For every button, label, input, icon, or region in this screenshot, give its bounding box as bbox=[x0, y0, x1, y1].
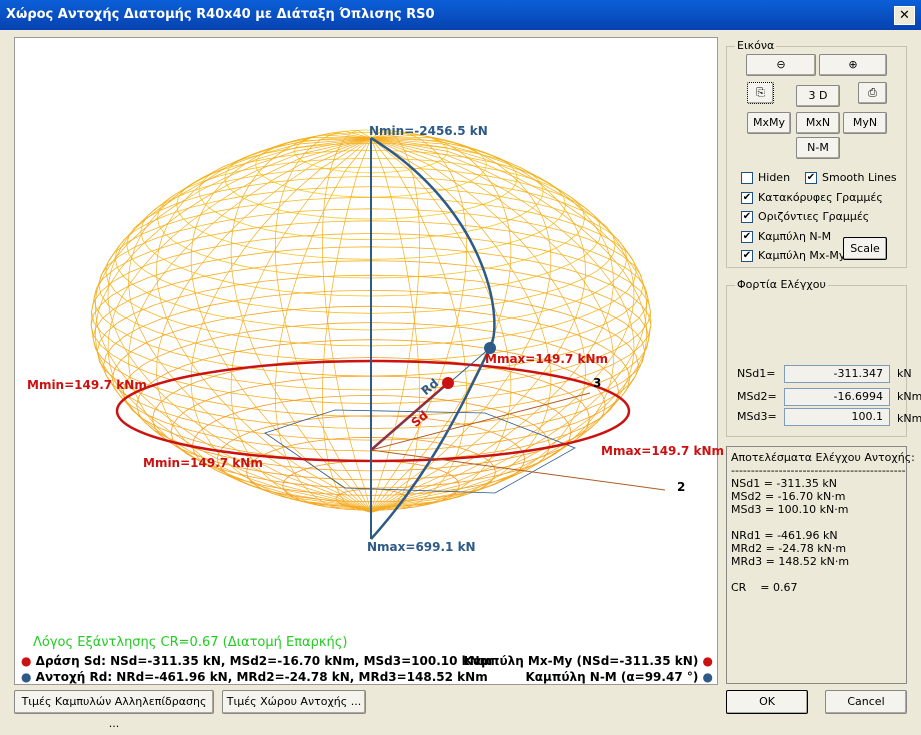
loads-group-title: Φορτία Ελέγχου bbox=[735, 278, 828, 291]
window-title: Χώρος Αντοχής Διατομής R40x40 με Διάταξη… bbox=[6, 7, 435, 22]
checkbox-box[interactable]: ✔ bbox=[741, 249, 753, 262]
mxmy-curve-checkbox[interactable]: ✔ Καμπύλη Mx-My bbox=[741, 249, 845, 262]
red-dot-icon: ● bbox=[702, 654, 713, 668]
cr-text: Λόγος Εξάντλησης CR=0.67 (Διατομή Επαρκή… bbox=[33, 635, 348, 650]
space-values-button[interactable]: Τιμές Χώρου Αντοχής ... bbox=[222, 690, 366, 714]
msd3-field[interactable]: 100.1 bbox=[784, 408, 890, 426]
nm-button[interactable]: N-M bbox=[796, 137, 840, 159]
checkbox-box[interactable]: ✔ bbox=[805, 171, 817, 184]
rd-line: ● Αντοχή Rd: NRd=-461.96 kN, MRd2=-24.78… bbox=[21, 670, 488, 684]
mmax-top-label: Mmax=149.7 kNm bbox=[485, 352, 608, 366]
3d-button[interactable]: 3 D bbox=[796, 85, 840, 107]
checkbox-label: Κατακόρυφες Γραμμές bbox=[758, 191, 883, 204]
zoom-in-icon: ⊕ bbox=[848, 58, 858, 71]
mxmy-button[interactable]: MxMy bbox=[747, 112, 791, 134]
nmax-label: Nmax=699.1 kN bbox=[367, 540, 476, 554]
rd-text: Αντοχή Rd: NRd=-461.96 kN, MRd2=-24.78 k… bbox=[35, 670, 488, 684]
vertical-lines-checkbox[interactable]: ✔ Κατακόρυφες Γραμμές bbox=[741, 191, 883, 204]
sd-line: ● Δράση Sd: NSd=-311.35 kN, MSd2=-16.70 … bbox=[21, 654, 492, 668]
nsd1-field[interactable]: -311.347 bbox=[784, 365, 890, 383]
title-bar: Χώρος Αντοχής Διατομής R40x40 με Διάταξη… bbox=[0, 0, 921, 30]
blue-dot-icon: ● bbox=[21, 670, 32, 684]
close-button[interactable]: ✕ bbox=[894, 6, 915, 25]
cancel-button[interactable]: Cancel bbox=[825, 690, 907, 714]
checkbox-label: Οριζόντιες Γραμμές bbox=[758, 210, 870, 223]
nm-legend-text: Καμπύλη N-M (α=99.47 °) bbox=[525, 670, 699, 684]
checkbox-label: Καμπύλη N-M bbox=[758, 230, 832, 243]
zoom-out-button[interactable]: ⊖ bbox=[746, 54, 816, 76]
curve-values-button[interactable]: Τιμές Καμπυλών Αλληλεπίδρασης ... bbox=[14, 690, 214, 730]
msd2-unit: kNm bbox=[897, 390, 921, 403]
myn-button[interactable]: MyN bbox=[843, 112, 887, 134]
checkbox-label: Hiden bbox=[758, 171, 791, 184]
print-button[interactable]: ⎙ bbox=[858, 82, 887, 104]
mmax-right-label: Mmax=149.7 kNm bbox=[601, 444, 724, 458]
copy-icon: ⎘ bbox=[756, 86, 765, 99]
print-icon: ⎙ bbox=[868, 86, 877, 99]
checkbox-box[interactable]: ✔ bbox=[741, 191, 753, 204]
ok-button[interactable]: OK bbox=[726, 690, 808, 714]
msd2-label: MSd2= bbox=[737, 390, 777, 403]
loads-group: Φορτία Ελέγχου NSd1= -311.347 kN MSd2= -… bbox=[726, 278, 921, 437]
mxmy-legend: Καμπύλη Mx-My (NSd=-311.35 kN) ● bbox=[464, 654, 713, 668]
checkbox-box[interactable]: ✔ bbox=[741, 210, 753, 223]
red-dot-icon: ● bbox=[21, 654, 32, 668]
sd-text: Δράση Sd: NSd=-311.35 kN, MSd2=-16.70 kN… bbox=[35, 654, 493, 668]
mxn-button[interactable]: MxN bbox=[796, 112, 840, 134]
mmin-bottom-label: Mmin=149.7 kNm bbox=[143, 456, 263, 470]
nsd1-unit: kN bbox=[897, 367, 912, 380]
checkbox-box[interactable]: ✔ bbox=[741, 230, 753, 243]
nsd1-label: NSd1= bbox=[737, 367, 776, 380]
nm-curve-checkbox[interactable]: ✔ Καμπύλη N-M bbox=[741, 230, 831, 243]
smooth-lines-checkbox[interactable]: ✔ Smooth Lines bbox=[805, 171, 897, 184]
mmin-left-label: Mmin=149.7 kNm bbox=[27, 378, 147, 392]
plot-area[interactable]: Nmin=-2456.5 kN Nmax=699.1 kN Mmax=149.7… bbox=[14, 37, 724, 685]
results-panel: Αποτελέσματα Ελέγχου Αντοχής: ----------… bbox=[726, 446, 915, 684]
checkbox-box[interactable] bbox=[741, 171, 753, 184]
checkbox-label: Καμπύλη Mx-My bbox=[758, 249, 846, 262]
sd-point bbox=[442, 377, 454, 389]
nmin-label: Nmin=-2456.5 kN bbox=[369, 124, 488, 138]
nm-legend: Καμπύλη N-M (α=99.47 °) ● bbox=[526, 670, 714, 684]
axis-2-label: 2 bbox=[677, 480, 686, 494]
checkbox-label: Smooth Lines bbox=[822, 171, 897, 184]
image-group-title: Εικόνα bbox=[735, 39, 777, 52]
scale-button[interactable]: Scale bbox=[843, 237, 887, 260]
image-group: Εικόνα ⊖ ⊕ ⎘ 3 D ⎙ MxMy MxN MyN N-M Hide… bbox=[726, 39, 907, 268]
zoom-out-icon: ⊖ bbox=[776, 58, 786, 71]
msd3-label: MSd3= bbox=[737, 410, 777, 423]
resistance-surface-3d bbox=[90, 129, 666, 540]
msd3-unit: kNm bbox=[897, 412, 921, 425]
copy-button[interactable]: ⎘ bbox=[747, 82, 774, 104]
hiden-checkbox[interactable]: Hiden bbox=[741, 171, 790, 184]
msd2-field[interactable]: -16.6994 bbox=[784, 388, 890, 406]
blue-dot-icon: ● bbox=[702, 670, 713, 684]
mxmy-legend-text: Καμπύλη Mx-My (NSd=-311.35 kN) bbox=[463, 654, 699, 668]
axis-3-label: 3 bbox=[593, 376, 602, 390]
horizontal-lines-checkbox[interactable]: ✔ Οριζόντιες Γραμμές bbox=[741, 210, 869, 223]
zoom-in-button[interactable]: ⊕ bbox=[819, 54, 887, 76]
